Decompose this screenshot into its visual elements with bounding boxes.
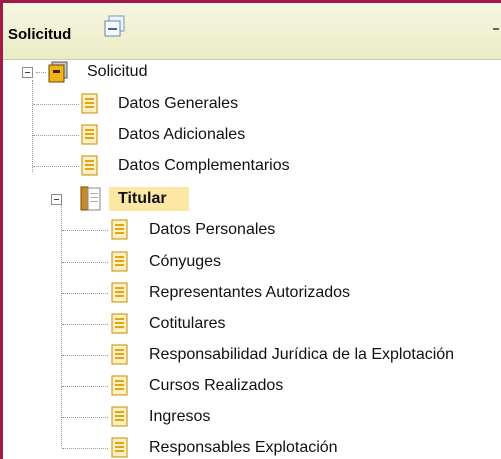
tree-line bbox=[62, 230, 108, 231]
collapse-toggle-solicitud[interactable] bbox=[22, 67, 33, 78]
document-icon bbox=[110, 282, 130, 304]
tree-line bbox=[62, 293, 108, 294]
tree-item-cursos-realizados[interactable]: Cursos Realizados bbox=[149, 376, 283, 396]
collapse-toggle-titular[interactable] bbox=[51, 194, 62, 205]
document-icon bbox=[110, 219, 130, 241]
document-icon bbox=[80, 124, 100, 146]
document-icon bbox=[110, 251, 130, 273]
tree-line bbox=[36, 72, 46, 73]
panel-header: Solicitud bbox=[3, 3, 501, 60]
tree-item-responsables-explotacion[interactable]: Responsables Explotación bbox=[149, 438, 338, 458]
tree-item-datos-generales[interactable]: Datos Generales bbox=[118, 94, 238, 114]
tree-item-ingresos[interactable]: Ingresos bbox=[149, 407, 210, 427]
tree-line bbox=[33, 104, 79, 105]
tree-item-datos-complementarios[interactable]: Datos Complementarios bbox=[118, 156, 290, 176]
tree-item-conyuges[interactable]: Cónyuges bbox=[149, 252, 221, 272]
document-icon bbox=[110, 437, 130, 459]
tree-item-representantes-autorizados[interactable]: Representantes Autorizados bbox=[149, 283, 350, 303]
document-icon bbox=[80, 155, 100, 177]
tree-line bbox=[33, 135, 79, 136]
folder-icon bbox=[46, 60, 70, 84]
document-icon bbox=[80, 93, 100, 115]
tree-item-datos-adicionales[interactable]: Datos Adicionales bbox=[118, 125, 245, 145]
tree-line bbox=[62, 386, 108, 387]
tree-item-responsabilidad-juridica[interactable]: Responsabilidad Jurídica de la Explotaci… bbox=[149, 345, 454, 365]
panel-title: Solicitud bbox=[8, 26, 72, 43]
tree-node-label[interactable]: Solicitud bbox=[87, 62, 147, 82]
document-icon bbox=[110, 344, 130, 366]
tree-item-datos-personales[interactable]: Datos Personales bbox=[149, 220, 275, 240]
tree-item-titular[interactable]: Titular bbox=[118, 189, 167, 209]
tree-line bbox=[62, 324, 108, 325]
header-menu-indicator[interactable] bbox=[493, 28, 499, 30]
open-book-icon bbox=[78, 185, 104, 213]
tree-line bbox=[62, 355, 108, 356]
collapse-all-icon[interactable] bbox=[104, 15, 126, 37]
document-icon bbox=[110, 406, 130, 428]
tree-line bbox=[62, 262, 108, 263]
tree-line bbox=[33, 166, 79, 167]
document-icon bbox=[110, 375, 130, 397]
tree-line bbox=[62, 417, 108, 418]
tree-item-cotitulares[interactable]: Cotitulares bbox=[149, 314, 225, 334]
tree-line bbox=[62, 448, 108, 449]
tree-line bbox=[61, 200, 62, 446]
document-icon bbox=[110, 313, 130, 335]
tree-line bbox=[32, 80, 33, 172]
